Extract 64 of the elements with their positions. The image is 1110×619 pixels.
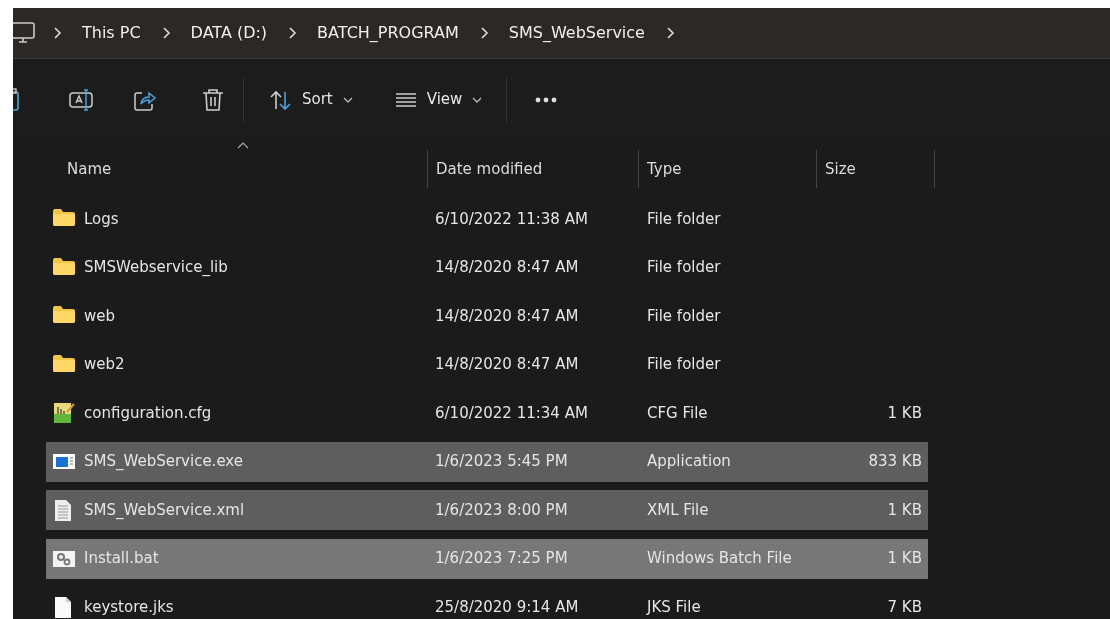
- chevron-icon: [664, 26, 675, 40]
- file-row[interactable]: web2 14/8/2020 8:47 AM File folder: [46, 344, 928, 385]
- column-header[interactable]: Type: [638, 150, 816, 188]
- date-modified: 1/6/2023 7:25 PM: [435, 549, 568, 568]
- file-name: keystore.jks: [84, 596, 174, 618]
- file-row[interactable]: Install.bat 1/6/2023 7:25 PM Windows Batch File 1 KB: [46, 538, 928, 579]
- file-name: Install.bat: [84, 548, 159, 570]
- file-type: Application: [647, 452, 731, 471]
- chevron-icon: [478, 26, 489, 40]
- more-icon[interactable]: [535, 96, 558, 103]
- file-row[interactable]: Logs 6/10/2022 11:38 AM File folder: [46, 199, 928, 239]
- date-modified: 6/10/2022 11:34 AM: [435, 403, 588, 422]
- file-row[interactable]: keystore.jks 25/8/2020 9:14 AM JKS File 7 KB: [46, 587, 928, 619]
- chevron-icon: [160, 26, 171, 40]
- column-header[interactable]: Size: [816, 150, 934, 188]
- breadcrumb-item[interactable]: DATA (D:): [186, 21, 272, 45]
- file-type: CFG File: [647, 403, 708, 422]
- file-row[interactable]: SMS_WebService.xml 1/6/2023 8:00 PM XML File 1 KB: [46, 490, 928, 530]
- file-type: File folder: [647, 355, 721, 374]
- file-name: configuration.cfg: [84, 402, 212, 424]
- date-modified: 14/8/2020 8:47 AM: [435, 306, 579, 325]
- file-type: XML File: [647, 500, 709, 519]
- file-type: Windows Batch File: [647, 549, 792, 568]
- chevron-icon: [52, 26, 62, 40]
- file-name: web: [84, 305, 116, 327]
- column-header[interactable]: Name: [46, 150, 427, 188]
- rename-icon[interactable]: [69, 87, 93, 112]
- date-modified: 14/8/2020 8:47 AM: [435, 258, 579, 277]
- file-row[interactable]: configuration.cfg 6/10/2022 11:34 AM CFG File 1 KB: [46, 393, 928, 433]
- computer-icon[interactable]: [13, 21, 36, 45]
- file-type: File folder: [647, 209, 721, 228]
- file-row[interactable]: SMS_WebService.exe 1/6/2023 5:45 PM Application 833 KB: [46, 441, 928, 482]
- file-type: JKS File: [647, 597, 701, 616]
- file-row[interactable]: SMSWebservice_lib 14/8/2020 8:47 AM File folder: [46, 247, 928, 288]
- column-header[interactable]: Date modified: [427, 150, 638, 188]
- file-size: 1 KB: [887, 403, 922, 422]
- sort-button[interactable]: Sort: [264, 84, 359, 115]
- chevron-icon: [287, 26, 298, 40]
- trash-icon[interactable]: [201, 87, 225, 112]
- view-button[interactable]: View: [388, 84, 489, 115]
- file-type: File folder: [647, 306, 721, 325]
- file-size: 1 KB: [887, 500, 922, 519]
- date-modified: 1/6/2023 8:00 PM: [435, 500, 568, 519]
- file-name: SMSWebservice_lib: [84, 257, 228, 279]
- file-size: 1 KB: [887, 549, 922, 568]
- file-name: web2: [84, 354, 125, 376]
- sort-icon: [270, 88, 292, 111]
- breadcrumb-item[interactable]: BATCH_PROGRAM: [313, 21, 463, 45]
- document-icon: [52, 402, 76, 424]
- date-modified: 25/8/2020 9:14 AM: [435, 597, 579, 616]
- breadcrumb-item[interactable]: This PC: [78, 21, 145, 45]
- caret-icon: [342, 95, 353, 104]
- file-type: File folder: [647, 258, 721, 277]
- file-name: SMS_WebService.xml: [84, 499, 245, 521]
- breadcrumb-item[interactable]: SMS_WebService: [504, 21, 649, 45]
- caret-icon: [472, 95, 483, 104]
- date-modified: 14/8/2020 8:47 AM: [435, 355, 579, 374]
- date-modified: 6/10/2022 11:38 AM: [435, 209, 588, 228]
- file-row[interactable]: web 14/8/2020 8:47 AM File folder: [46, 296, 928, 336]
- file-size: 833 KB: [868, 452, 922, 471]
- date-modified: 1/6/2023 5:45 PM: [435, 452, 568, 471]
- file-name: SMS_WebService.exe: [84, 451, 243, 473]
- file-size: 7 KB: [887, 597, 922, 616]
- file-name: Logs: [84, 208, 119, 230]
